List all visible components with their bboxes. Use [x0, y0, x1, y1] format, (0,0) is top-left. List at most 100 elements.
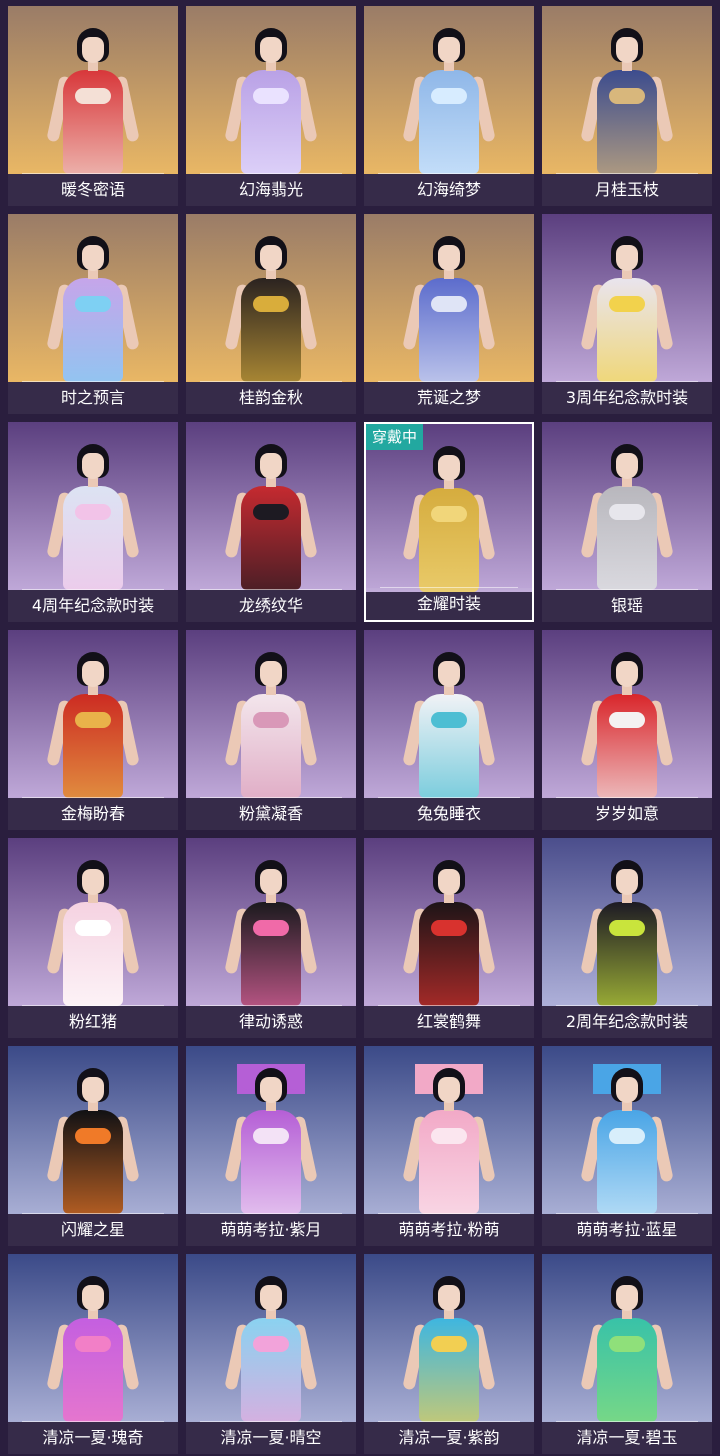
character-figure: [223, 1064, 319, 1214]
character-outfit: [63, 70, 123, 174]
skin-name: 清凉一夏·瑰奇: [8, 1422, 178, 1454]
skin-card[interactable]: 金梅盼春: [8, 630, 178, 830]
skin-preview-image: [186, 1254, 356, 1422]
outfit-accent: [75, 712, 111, 728]
skin-card[interactable]: 桂韵金秋: [186, 214, 356, 414]
character-face: [82, 661, 104, 687]
skin-grid: 暖冬密语 幻海翡光 幻海绮梦 月桂玉枝时之预言 桂韵金秋 荒诞之梦 3周年纪念款时装 4周年纪…: [0, 0, 720, 1456]
outfit-accent: [609, 296, 645, 312]
character-outfit: [63, 278, 123, 382]
character-face: [616, 661, 638, 687]
skin-card[interactable]: 龙绣纹华: [186, 422, 356, 622]
character-face: [438, 1077, 460, 1103]
outfit-accent: [75, 504, 111, 520]
skin-card[interactable]: 闪耀之星: [8, 1046, 178, 1246]
character-figure: [401, 652, 497, 798]
skin-preview-image: [8, 1254, 178, 1422]
character-outfit: [597, 1318, 657, 1422]
skin-card[interactable]: 清凉一夏·晴空: [186, 1254, 356, 1454]
character-outfit: [597, 486, 657, 590]
outfit-accent: [431, 712, 467, 728]
character-figure: [579, 1064, 675, 1214]
skin-card[interactable]: 红裳鹤舞: [364, 838, 534, 1038]
skin-card[interactable]: 萌萌考拉·紫月: [186, 1046, 356, 1246]
outfit-accent: [431, 920, 467, 936]
skin-name: 清凉一夏·紫韵: [364, 1422, 534, 1454]
skin-card[interactable]: 兔兔睡衣: [364, 630, 534, 830]
skin-card[interactable]: 3周年纪念款时装: [542, 214, 712, 414]
character-face: [260, 661, 282, 687]
character-face: [260, 37, 282, 63]
skin-card[interactable]: 暖冬密语: [8, 6, 178, 206]
character-figure: [579, 444, 675, 590]
skin-card[interactable]: 清凉一夏·紫韵: [364, 1254, 534, 1454]
character-outfit: [63, 694, 123, 798]
skin-card[interactable]: 4周年纪念款时装: [8, 422, 178, 622]
skin-card[interactable]: 萌萌考拉·粉萌: [364, 1046, 534, 1246]
outfit-accent: [253, 712, 289, 728]
skin-card[interactable]: 粉红猪: [8, 838, 178, 1038]
character-face: [82, 245, 104, 271]
skin-card[interactable]: 岁岁如意: [542, 630, 712, 830]
skin-card[interactable]: 银瑶: [542, 422, 712, 622]
character-face: [438, 869, 460, 895]
character-figure: [45, 1068, 141, 1214]
outfit-accent: [75, 88, 111, 104]
skin-preview-image: [8, 6, 178, 174]
character-face: [82, 37, 104, 63]
character-outfit: [63, 1110, 123, 1214]
outfit-accent: [253, 920, 289, 936]
skin-name: 时之预言: [8, 382, 178, 414]
skin-card[interactable]: 幻海绮梦: [364, 6, 534, 206]
character-figure: [401, 446, 497, 592]
skin-card[interactable]: 清凉一夏·瑰奇: [8, 1254, 178, 1454]
skin-preview-image: [186, 214, 356, 382]
character-face: [438, 455, 460, 481]
character-outfit: [241, 1110, 301, 1214]
skin-name: 萌萌考拉·粉萌: [364, 1214, 534, 1246]
skin-preview-image: [186, 838, 356, 1006]
outfit-accent: [253, 1128, 289, 1144]
skin-preview-image: [364, 6, 534, 174]
character-face: [260, 245, 282, 271]
character-outfit: [419, 278, 479, 382]
character-figure: [401, 1064, 497, 1214]
character-outfit: [419, 1318, 479, 1422]
character-figure: [45, 444, 141, 590]
skin-card[interactable]: 清凉一夏·碧玉: [542, 1254, 712, 1454]
character-face: [260, 1285, 282, 1311]
skin-card[interactable]: 粉黛凝香: [186, 630, 356, 830]
character-face: [616, 869, 638, 895]
skin-preview-image: [8, 630, 178, 798]
skin-card[interactable]: 金耀时装 穿戴中: [364, 422, 534, 622]
character-face: [260, 869, 282, 895]
skin-card[interactable]: 月桂玉枝: [542, 6, 712, 206]
character-figure: [579, 28, 675, 174]
outfit-accent: [431, 506, 467, 522]
outfit-accent: [431, 88, 467, 104]
skin-name: 暖冬密语: [8, 174, 178, 206]
skin-name: 清凉一夏·碧玉: [542, 1422, 712, 1454]
character-figure: [45, 236, 141, 382]
skin-card[interactable]: 幻海翡光: [186, 6, 356, 206]
character-face: [616, 1285, 638, 1311]
outfit-accent: [253, 504, 289, 520]
character-outfit: [241, 278, 301, 382]
skin-card[interactable]: 2周年纪念款时装: [542, 838, 712, 1038]
skin-card[interactable]: 萌萌考拉·蓝星: [542, 1046, 712, 1246]
character-face: [438, 37, 460, 63]
skin-card[interactable]: 时之预言: [8, 214, 178, 414]
outfit-accent: [431, 1336, 467, 1352]
skin-card[interactable]: 律动诱惑: [186, 838, 356, 1038]
skin-preview-image: [8, 1046, 178, 1214]
skin-name: 桂韵金秋: [186, 382, 356, 414]
skin-name: 银瑶: [542, 590, 712, 622]
character-outfit: [597, 1110, 657, 1214]
character-figure: [579, 652, 675, 798]
character-outfit: [241, 694, 301, 798]
skin-preview-image: [186, 1046, 356, 1214]
equipped-badge: 穿戴中: [366, 424, 424, 450]
skin-card[interactable]: 荒诞之梦: [364, 214, 534, 414]
character-figure: [401, 1276, 497, 1422]
character-outfit: [241, 902, 301, 1006]
